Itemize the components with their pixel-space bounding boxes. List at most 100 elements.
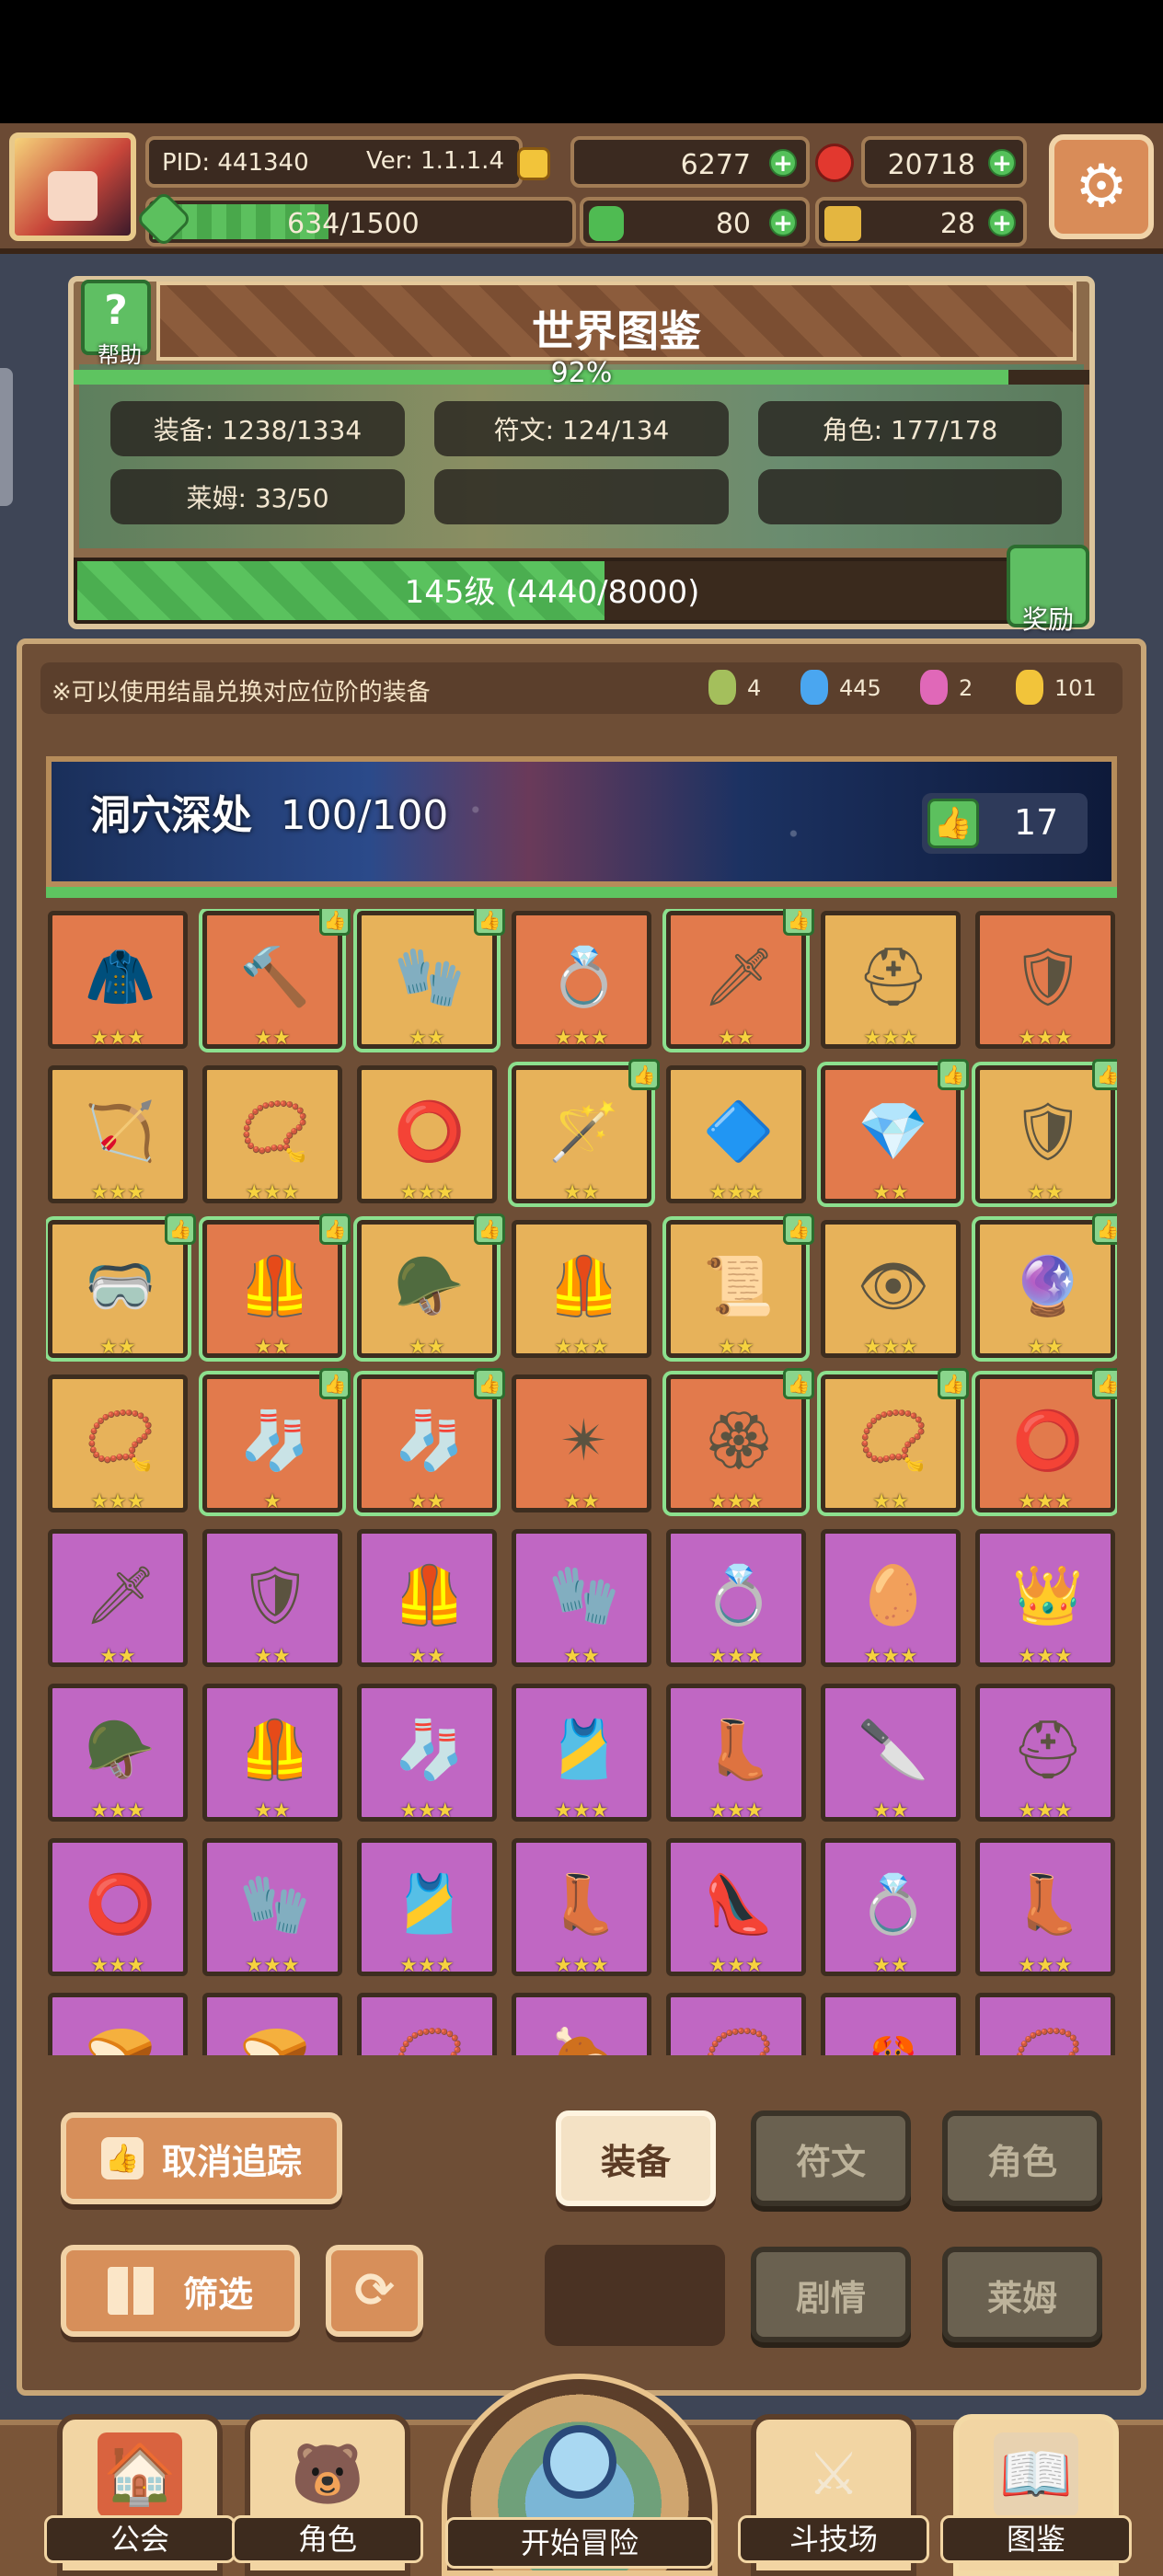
equipment-item[interactable]: ⭕ ★★★ [48,1838,188,1977]
untrack-button[interactable]: 👍 取消追踪 [61,2112,342,2204]
equipment-icon: 👁 [857,1252,930,1319]
equipment-item[interactable]: 🛡 ★★ 👍 [975,1059,1117,1204]
equipment-item[interactable]: 🛡 ★★★ [975,911,1115,1050]
equipment-item[interactable]: 👢 ★★★ [666,1684,806,1823]
equipment-item[interactable]: 🪖 ★★ 👍 [357,1213,505,1359]
help-label: 帮助 [98,342,142,368]
title-ribbon: 世界图鉴 [156,282,1077,361]
equipment-item[interactable]: 🧦 ★★ 👍 [357,1368,505,1513]
equipment-item[interactable]: 🧤 ★★ 👍 [357,909,505,1050]
tracked-thumb-icon: 👍 [319,909,351,936]
equipment-item[interactable]: 🔨 ★★ 👍 [202,909,351,1050]
star-rating: ★★ [409,1336,445,1359]
equipment-item[interactable]: 💍 ★★ [821,1838,961,1977]
side-handle[interactable] [0,368,13,506]
equipment-item[interactable]: 🍞 [48,1993,188,2055]
equipment-item[interactable]: 🦺 ★★ [202,1684,342,1823]
star-rating: ★★★ [245,1954,300,1977]
star-rating: ★★★ [708,1954,764,1977]
equipment-item[interactable]: 💎 ★★ 👍 [821,1059,969,1204]
star-rating: ★★★ [863,1027,918,1050]
tab-slime[interactable]: 莱姆 [942,2247,1102,2342]
add-keys-icon[interactable]: + [988,209,1016,236]
equipment-item[interactable]: ⛑ ★★★ [975,1684,1115,1823]
equipment-item[interactable]: 🗡 ★★ [48,1529,188,1668]
equipment-item[interactable]: ⛑ ★★★ [821,911,961,1050]
star-rating: ★ [263,1490,282,1513]
equipment-item[interactable]: 🔮 ★★ 👍 [975,1213,1117,1359]
exp-bar: 634/1500 [145,197,576,247]
add-rubies-icon[interactable]: + [988,149,1016,177]
equipment-item[interactable]: ⭕ ★★★ 👍 [975,1368,1117,1513]
tab-equip[interactable]: 装备 [556,2110,716,2206]
equipment-item[interactable]: 🦺 ★★ 👍 [202,1213,351,1359]
region-title: 洞穴深处 100/100 [90,792,449,839]
equipment-item[interactable]: 💍 ★★★ [666,1529,806,1668]
equipment-item[interactable]: 🎽 ★★★ [357,1838,497,1977]
equipment-item[interactable]: 👑 ★★★ [975,1529,1115,1668]
equipment-item[interactable]: 🔪 ★★ [821,1684,961,1823]
equipment-item[interactable]: 🍖 [512,1993,651,2055]
equipment-item[interactable]: 🧥 ★★★ [48,911,188,1050]
equipment-item[interactable]: 📿 [666,1993,806,2055]
equipment-item[interactable]: 🛡 ★★ [202,1529,342,1668]
equipment-item[interactable]: 🎽 ★★★ [512,1684,651,1823]
equipment-item[interactable]: 👢 ★★★ [975,1838,1115,1977]
pink-crystal-icon [920,670,948,705]
add-coins-icon[interactable]: + [769,149,797,177]
equipment-item[interactable]: 🦺 ★★ [357,1529,497,1668]
clover-pill: 80 + [580,197,810,247]
item-grid: 🧥 ★★★ 🔨 ★★ 👍 🧤 ★★ 👍 💍 ★★★ 🗡 ★★ 👍 ⛑ ★★★ 🛡 ★★★ 🏹 ★★★ 📿 ★★★ ⭕ ★★★… [46,909,1117,2055]
add-clover-icon[interactable]: + [769,209,797,236]
nav-codex[interactable]: 📖 图鉴 [940,2414,1132,2576]
equipment-item[interactable]: 🧤 ★★ [512,1529,651,1668]
equipment-item[interactable]: 🧦 ★ 👍 [202,1368,351,1513]
equipment-item[interactable]: 👁 ★★★ [821,1220,961,1359]
tab-story[interactable]: 剧情 [751,2247,911,2342]
equipment-icon: 📿 [85,1407,156,1474]
character-icon: 🐻 [285,2432,370,2517]
tab-rune[interactable]: 符文 [751,2110,911,2206]
like-counter[interactable]: 👍 17 [922,793,1088,854]
equipment-item[interactable]: 🧦 ★★★ [357,1684,497,1823]
refresh-button[interactable]: ⟳ [326,2245,423,2337]
star-rating: ★★ [563,1645,600,1668]
equipment-item[interactable]: 💍 ★★★ [512,911,651,1050]
tracked-thumb-icon: 👍 [474,1213,505,1245]
equipment-item[interactable]: 🦺 ★★★ [512,1220,651,1359]
equipment-item[interactable]: 🏹 ★★★ [48,1065,188,1204]
equipment-icon: 👢 [1012,1870,1084,1938]
equipment-item[interactable]: ⭕ ★★★ [357,1065,497,1204]
equipment-item[interactable]: 🗡 ★★ 👍 [666,909,814,1050]
equipment-item[interactable]: 📜 ★★ 👍 [666,1213,814,1359]
equipment-icon: 👢 [703,1716,775,1783]
equipment-item[interactable]: 👢 ★★★ [512,1838,651,1977]
nav-arena[interactable]: ⚔ 斗技场 [738,2414,929,2576]
equipment-item[interactable]: 📿 [357,1993,497,2055]
equipment-item[interactable]: 📿 ★★★ [48,1374,188,1513]
equipment-item[interactable]: 🏵 ★★★ 👍 [666,1368,814,1513]
nav-guild[interactable]: 🏠 公会 [44,2414,236,2576]
equipment-item[interactable]: 🔷 ★★★ [666,1065,806,1204]
avatar[interactable] [9,132,136,241]
equipment-item[interactable]: 🪖 ★★★ [48,1684,188,1823]
equipment-item[interactable]: 📿 ★★ 👍 [821,1368,969,1513]
tracked-thumb-icon: 👍 [319,1213,351,1245]
equipment-item[interactable]: 🥽 ★★ 👍 [48,1213,196,1359]
equipment-item[interactable]: 🍞 [202,1993,342,2055]
equipment-item[interactable]: 🥚 ★★★ [821,1529,961,1668]
equipment-item[interactable]: ✴ ★★ [512,1374,651,1513]
equipment-item[interactable]: 👠 ★★★ [666,1838,806,1977]
settings-button[interactable]: ⚙ [1049,134,1154,239]
equipment-item[interactable]: 🪄 ★★ 👍 [512,1059,660,1204]
level-text: 145级 (4440/8000) [404,574,700,611]
tab-character[interactable]: 角色 [942,2110,1102,2206]
equipment-item[interactable]: 🦀 [821,1993,961,2055]
region-banner[interactable]: 洞穴深处 100/100 👍 17 [46,756,1117,887]
filter-button[interactable]: 筛选 [61,2245,300,2337]
equipment-item[interactable]: 📿 [975,1993,1115,2055]
status-bar [0,0,1163,123]
equipment-item[interactable]: 🧤 ★★★ [202,1838,342,1977]
equipment-item[interactable]: 📿 ★★★ [202,1065,342,1204]
nav-character[interactable]: 🐻 角色 [232,2414,423,2576]
